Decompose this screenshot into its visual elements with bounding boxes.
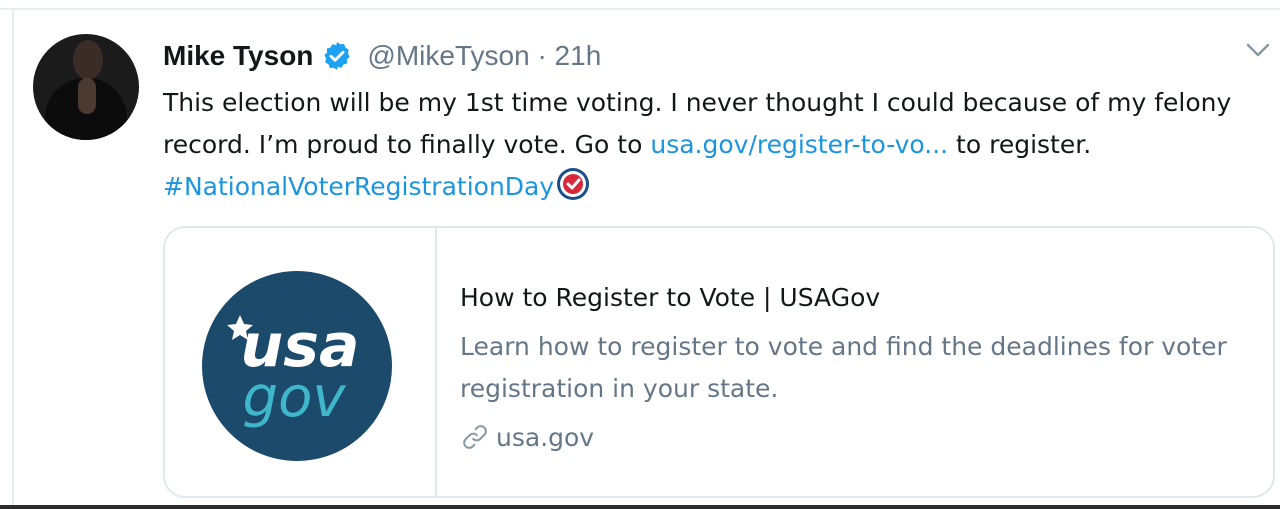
card-domain-text: usa.gov	[496, 422, 595, 452]
verified-badge-icon	[324, 42, 351, 70]
tweet-time: 21h	[554, 40, 602, 71]
chevron-down-icon[interactable]	[1245, 40, 1271, 60]
tweet-text: This election will be my 1st time voting…	[163, 88, 1232, 201]
tweet-header: Mike Tyson @MikeTyson · 21h	[163, 36, 601, 76]
card-thumbnail[interactable]: usa gov	[165, 228, 437, 496]
card-body: How to Register to Vote | USAGov Learn h…	[460, 280, 1250, 452]
top-divider	[0, 8, 1280, 10]
card-title: How to Register to Vote | USAGov	[460, 283, 881, 312]
usagov-logo: usa gov	[202, 271, 392, 461]
author-name[interactable]: Mike Tyson	[163, 40, 313, 72]
svg-text:gov: gov	[243, 365, 347, 430]
link-preview-card[interactable]: usa gov How to Register to Vote | USAGov…	[163, 226, 1275, 498]
card-description: Learn how to register to vote and find t…	[460, 332, 1227, 403]
tweet-link[interactable]: usa.gov/register-to-vo...	[650, 130, 948, 159]
card-domain: usa.gov	[460, 422, 1250, 452]
avatar[interactable]	[33, 34, 139, 140]
author-handle[interactable]: @MikeTyson · 21h	[367, 40, 601, 72]
hashtag-link[interactable]: #NationalVoterRegistrationDay	[163, 172, 554, 201]
left-divider	[12, 10, 14, 509]
bottom-edge	[0, 505, 1280, 509]
link-icon	[463, 425, 487, 449]
ballot-hashflag-icon	[557, 168, 590, 200]
